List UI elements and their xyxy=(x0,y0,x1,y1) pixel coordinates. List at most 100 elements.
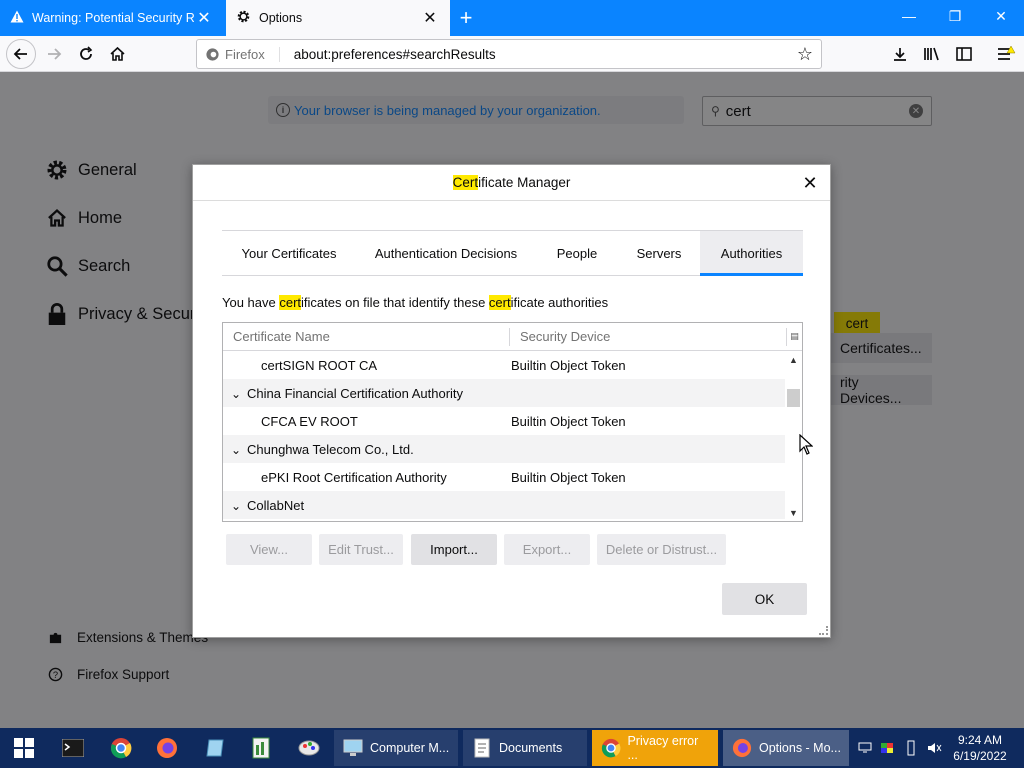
usb-tray-icon[interactable] xyxy=(902,728,920,768)
tree-row[interactable]: CFCA EV ROOT Builtin Object Token xyxy=(223,407,785,435)
scroll-up-icon[interactable]: ▲ xyxy=(785,351,802,368)
cert-name: certSIGN ROOT CA xyxy=(261,357,378,373)
tree-rows: certSIGN ROOT CA Builtin Object Token ⌄ C… xyxy=(223,351,785,519)
close-window-button[interactable]: ✕ xyxy=(978,0,1024,32)
gear-icon xyxy=(236,9,251,27)
firefox-icon xyxy=(731,737,753,759)
chevron-down-icon[interactable]: ⌄ xyxy=(225,387,247,401)
tree-row[interactable]: ⌄ CollabNet xyxy=(223,491,785,519)
chevron-down-icon[interactable]: ⌄ xyxy=(225,443,247,457)
url-bar[interactable]: Firefox about:preferences#searchResults … xyxy=(196,39,822,69)
home-icon xyxy=(109,46,125,61)
tree-row[interactable]: certSIGN ROOT CA Builtin Object Token xyxy=(223,351,785,379)
task-label: Privacy error ... xyxy=(627,734,699,762)
windows-taskbar: Computer M... Documents Privacy error ..… xyxy=(0,728,1024,768)
cert-name: CFCA EV ROOT xyxy=(261,413,358,429)
tree-row[interactable]: ⌄ China Financial Certification Authority xyxy=(223,379,785,407)
back-arrow-icon xyxy=(13,48,27,60)
resize-grip[interactable] xyxy=(819,626,828,635)
cert-device: Builtin Object Token xyxy=(511,469,626,485)
task-label: Options - Mo... xyxy=(759,741,841,755)
column-certificate-name[interactable]: Certificate Name xyxy=(223,327,510,346)
minimize-button[interactable]: — xyxy=(886,0,932,32)
firefox-icon xyxy=(206,47,219,61)
org-name: Chunghwa Telecom Co., Ltd. xyxy=(247,441,414,457)
identity-label: Firefox xyxy=(225,46,265,62)
import-button[interactable]: Import... xyxy=(411,534,497,565)
tree-row[interactable]: ⌄ Chunghwa Telecom Co., Ltd. xyxy=(223,435,785,463)
title-highlight: Cert xyxy=(452,175,479,190)
new-tab-button[interactable]: + xyxy=(452,0,480,36)
scroll-down-icon[interactable]: ▼ xyxy=(785,504,802,521)
cert-name: ePKI Root Certification Authority xyxy=(261,469,447,485)
view-button[interactable]: View... xyxy=(226,534,312,565)
download-icon xyxy=(894,48,906,61)
tab-title: Options xyxy=(259,11,303,25)
tab-close-icon[interactable]: ✕ xyxy=(420,8,440,28)
column-security-device[interactable]: Security Device xyxy=(510,327,787,346)
cert-device: Builtin Object Token xyxy=(511,413,626,429)
tab-servers[interactable]: Servers xyxy=(618,231,700,275)
notepad-taskbar-icon[interactable] xyxy=(200,728,230,768)
tab-options[interactable]: Options ✕ xyxy=(226,0,450,36)
terminal-taskbar-icon[interactable] xyxy=(58,728,88,768)
cert-device: Builtin Object Token xyxy=(511,357,626,373)
navigation-toolbar: Firefox about:preferences#searchResults … xyxy=(0,36,1024,72)
certificate-tabs: Your Certificates Authentication Decisio… xyxy=(222,230,803,276)
delete-or-distrust-button[interactable]: Delete or Distrust... xyxy=(597,534,726,565)
tab-your-certificates[interactable]: Your Certificates xyxy=(222,231,356,275)
bookmark-star-icon[interactable]: ☆ xyxy=(797,44,813,65)
reload-button[interactable] xyxy=(72,40,100,68)
ok-button[interactable]: OK xyxy=(722,583,807,615)
clock-time: 9:24 AM xyxy=(957,733,1003,747)
chrome-taskbar-icon[interactable] xyxy=(106,728,136,768)
windows-logo-icon xyxy=(14,738,34,758)
firefox-taskbar-icon[interactable] xyxy=(152,728,182,768)
org-name: CollabNet xyxy=(247,497,305,513)
network-tray-icon[interactable] xyxy=(856,728,874,768)
tab-title: Warning: Potential Security Risk xyxy=(32,11,194,25)
desc-highlight: cert xyxy=(279,295,302,310)
tree-row[interactable]: ePKI Root Certification Authority Builti… xyxy=(223,463,785,491)
certificate-tree[interactable]: Certificate Name Security Device ▤ certS… xyxy=(222,322,803,522)
paint-taskbar-icon[interactable] xyxy=(294,728,324,768)
tab-authentication-decisions[interactable]: Authentication Decisions xyxy=(356,231,536,275)
home-button[interactable] xyxy=(103,40,131,68)
task-computer-management[interactable]: Computer M... xyxy=(334,730,458,766)
tab-authorities[interactable]: Authorities xyxy=(700,231,803,276)
sidebar-button[interactable] xyxy=(950,40,978,68)
tab-close-icon[interactable]: ✕ xyxy=(194,8,214,28)
edit-trust-button[interactable]: Edit Trust... xyxy=(319,534,403,565)
downloads-button[interactable] xyxy=(886,40,914,68)
forward-arrow-icon xyxy=(48,48,62,60)
tab-people[interactable]: People xyxy=(536,231,618,275)
title-rest: ificate Manager xyxy=(478,175,571,190)
start-button[interactable] xyxy=(6,728,42,768)
column-picker-icon[interactable]: ▤ xyxy=(787,331,802,342)
forward-button[interactable] xyxy=(40,40,68,68)
task-documents[interactable]: Documents xyxy=(463,730,587,766)
task-label: Documents xyxy=(499,741,563,755)
library-button[interactable] xyxy=(918,40,946,68)
volume-tray-icon[interactable] xyxy=(924,728,944,768)
tab-security-warning[interactable]: Warning: Potential Security Risk ✕ xyxy=(0,0,224,36)
task-privacy-error-chrome[interactable]: Privacy error ... xyxy=(592,730,718,766)
dialog-title: Cert ificate Manager xyxy=(193,165,830,201)
chevron-down-icon[interactable]: ⌄ xyxy=(225,499,247,513)
spreadsheet-taskbar-icon[interactable] xyxy=(246,728,276,768)
restore-button[interactable]: ❐ xyxy=(932,0,978,32)
url-text[interactable]: about:preferences#searchResults xyxy=(294,47,797,62)
scroll-thumb[interactable] xyxy=(787,389,800,407)
back-button[interactable] xyxy=(6,39,36,69)
library-icon xyxy=(924,47,939,61)
identity-box[interactable]: Firefox xyxy=(205,46,280,62)
export-button[interactable]: Export... xyxy=(504,534,590,565)
task-options-firefox[interactable]: Options - Mo... xyxy=(723,730,849,766)
menu-button[interactable] xyxy=(992,40,1020,68)
close-dialog-button[interactable]: ✕ xyxy=(800,173,820,193)
reload-icon xyxy=(80,46,93,60)
document-icon xyxy=(471,737,493,759)
computer-management-icon xyxy=(342,737,364,759)
display-tray-icon[interactable] xyxy=(878,728,896,768)
system-clock[interactable]: 9:24 AM 6/19/2022 xyxy=(950,732,1010,764)
